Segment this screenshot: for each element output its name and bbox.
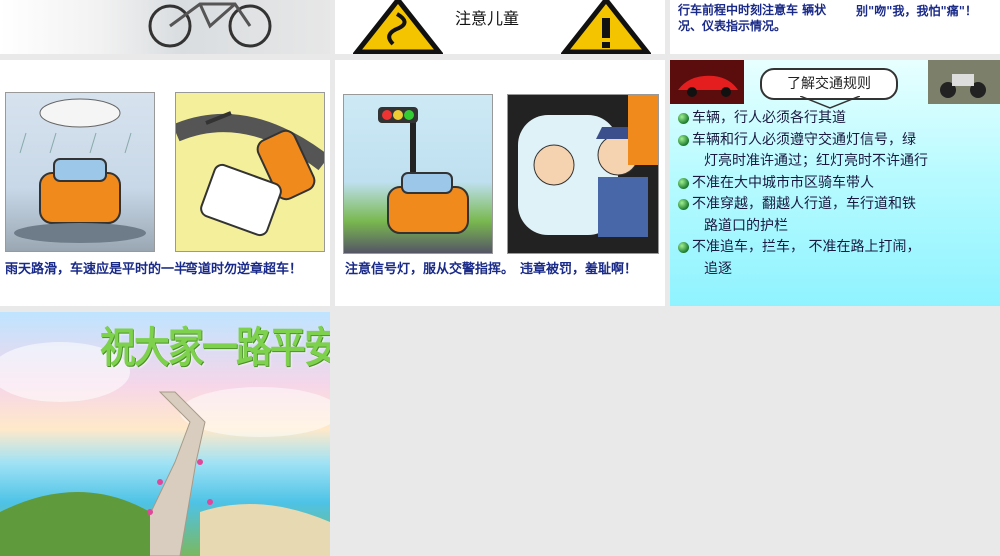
rain-car-icon xyxy=(14,98,146,243)
caption-rain: 雨天路滑，车速应是平时的一半 xyxy=(5,262,188,277)
bullet-icon xyxy=(678,113,689,124)
rule-item: 不准在大中城市市区骑车带人 xyxy=(678,173,998,195)
rule-item: 车辆和行人必须遵守交通灯信号，绿 灯亮时准许通过；红灯亮时不许通行 xyxy=(678,130,998,173)
car-check-text: 行车前程中时刻注意车 辆状况、仪表指示情况。 xyxy=(678,3,827,33)
winding-road-sign-icon xyxy=(353,0,443,54)
sign-label-children: 注意儿童 xyxy=(455,9,520,28)
overtaking-cars-icon xyxy=(176,111,324,237)
rule-item: 不准穿越，翻越人行道，车行道和铁 路道口的护栏 xyxy=(678,194,998,237)
bicycle-icon xyxy=(148,2,272,48)
slide-thumbnail-traffic-police[interactable]: 注意信号灯，服从交警指挥。 违章被罚，羞耻啊！ xyxy=(335,60,665,306)
police-panel xyxy=(507,94,659,254)
motorcycle-race-icon xyxy=(928,60,1000,104)
blessing-text: 祝大家一路平安！ xyxy=(100,323,330,372)
rules-list: 车辆，行人必须各行其道 车辆和行人必须遵守交通灯信号，绿 灯亮时准许通过；红灯亮时… xyxy=(678,108,998,280)
slide-thumbnail-car-check[interactable]: 行车前程中时刻注意车 辆状况、仪表指示情况。 别"吻"我，我怕"痛"！ xyxy=(670,0,1000,54)
caption-overtaking: 弯道时勿逆章超车！ xyxy=(185,262,303,277)
slide-thumbnail-warning-signs[interactable]: 注意儿童 xyxy=(335,0,665,54)
bullet-icon xyxy=(678,134,689,146)
dont-kiss-text: 别"吻"我，我怕"痛"！ xyxy=(856,4,978,18)
rule-item: 不准追车，拦车， 不准在路上打闹， 追逐 xyxy=(678,237,998,280)
traffic-light-panel xyxy=(343,94,493,254)
rain-car-panel xyxy=(5,92,155,252)
traffic-light-car-icon xyxy=(378,107,469,234)
overtaking-panel xyxy=(175,92,325,252)
slide-thumbnail-bicycle[interactable] xyxy=(0,0,330,54)
caption-traffic-light: 注意信号灯，服从交警指挥。 xyxy=(345,262,515,277)
race-car-icon xyxy=(670,60,744,104)
slide-thumbnail-blessing[interactable]: 祝大家一路平安！ xyxy=(0,312,330,556)
rule-item: 车辆，行人必须各行其道 xyxy=(678,108,998,130)
caption-fine: 违章被罚，羞耻啊！ xyxy=(520,262,638,277)
slide-thumbnail-rain-driving[interactable]: 雨天路滑，车速应是平时的一半 弯道时勿逆章超车！ xyxy=(0,60,330,306)
exclamation-sign-icon xyxy=(561,0,651,54)
bullet-icon xyxy=(678,242,689,253)
bullet-icon xyxy=(678,199,689,210)
bullet-icon xyxy=(678,177,689,189)
police-driver-icon xyxy=(508,95,658,253)
slide-thumbnail-traffic-rules[interactable]: 了解交通规则 车辆，行人必须各行其道 车辆和行人必须遵守交通灯信号，绿 灯亮时准许… xyxy=(670,60,1000,306)
